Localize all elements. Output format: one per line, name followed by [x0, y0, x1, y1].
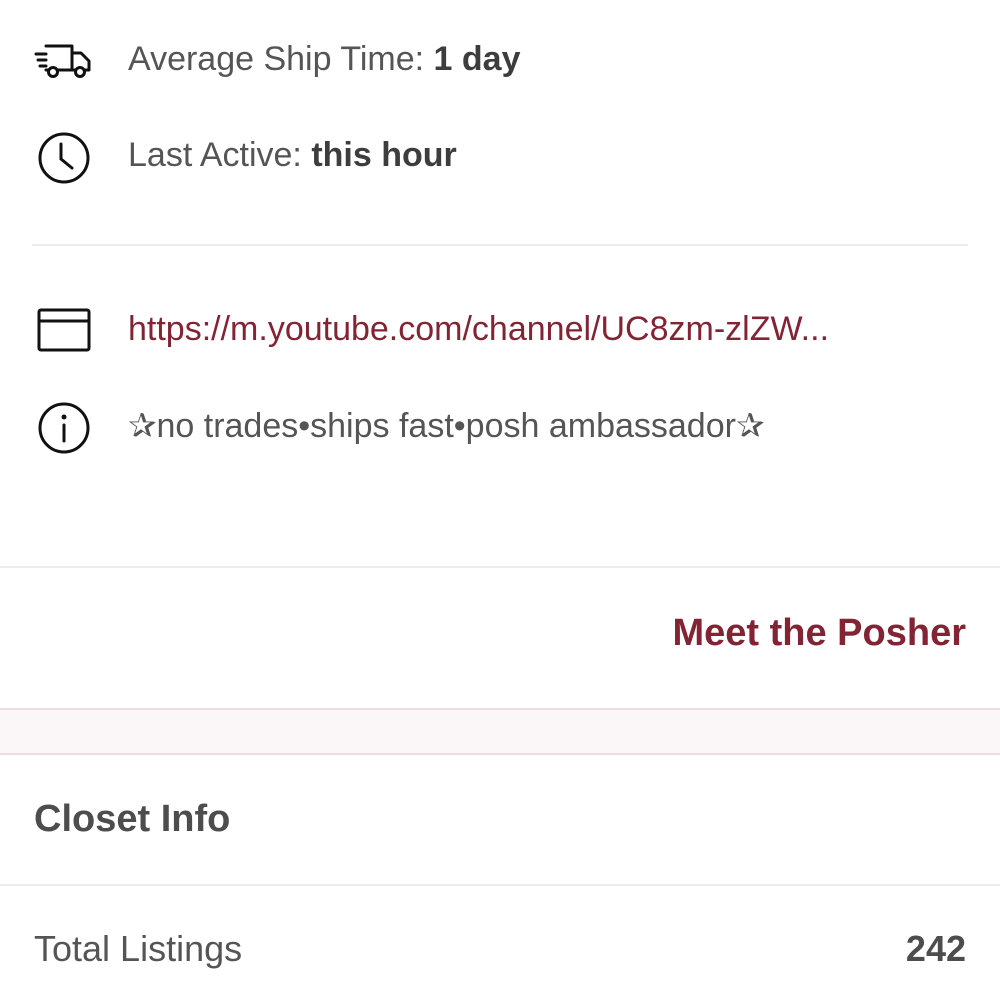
- ship-time-label: Average Ship Time:: [128, 40, 434, 78]
- ship-time-text: Average Ship Time: 1 day: [128, 40, 521, 79]
- bio-text: ✰no trades•ships fast•posh ambassador✰: [128, 407, 765, 445]
- info-icon: [34, 400, 94, 456]
- website-row[interactable]: https://m.youtube.com/channel/UC8zm-zlZW…: [0, 302, 1000, 358]
- browser-window-icon: [34, 302, 94, 358]
- section-separator: [0, 708, 1000, 755]
- divider: [0, 566, 1000, 568]
- last-active-label: Last Active:: [128, 136, 312, 174]
- truck-icon: [34, 32, 94, 88]
- divider: [32, 244, 968, 246]
- divider: [0, 884, 1000, 886]
- total-listings-label: Total Listings: [34, 928, 243, 969]
- last-active-row: Last Active: this hour: [0, 128, 1000, 188]
- clock-icon: [34, 130, 94, 186]
- seller-profile-page: Average Ship Time: 1 day Last Active: th…: [0, 0, 1000, 1000]
- ship-time-value: 1 day: [433, 40, 521, 78]
- closet-info-title: Closet Info: [34, 798, 231, 840]
- bio-row: ✰no trades•ships fast•posh ambassador✰: [0, 398, 1000, 458]
- meet-the-posher-button[interactable]: Meet the Posher: [672, 612, 966, 655]
- last-active-value: this hour: [311, 136, 457, 174]
- website-link[interactable]: https://m.youtube.com/channel/UC8zm-zlZW…: [128, 310, 829, 349]
- ship-time-row: Average Ship Time: 1 day: [0, 32, 1000, 88]
- last-active-text: Last Active: this hour: [128, 136, 457, 175]
- total-listings-value: 242: [905, 928, 966, 969]
